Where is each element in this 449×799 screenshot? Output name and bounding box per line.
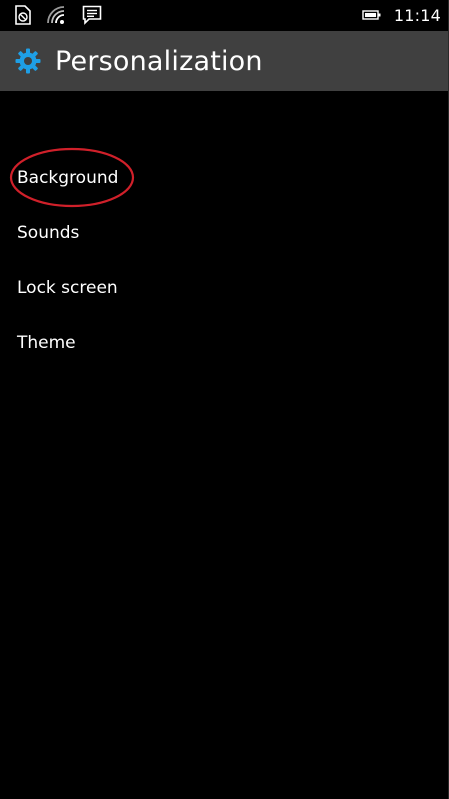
battery-icon [362,10,381,20]
menu-item-theme[interactable]: Theme [0,315,448,370]
menu-item-label: Lock screen [17,277,118,298]
page-header: Personalization [0,31,448,91]
menu-item-lock-screen[interactable]: Lock screen [0,260,448,315]
status-bar: 11:14 [0,0,448,31]
menu-item-label: Sounds [17,222,80,243]
no-sim-icon [15,5,31,25]
status-icons-left [14,4,102,26]
status-time: 11:14 [393,5,441,25]
page-title: Personalization [55,45,263,77]
status-icons-right: 11:14 [362,4,441,26]
menu-item-background[interactable]: Background [0,147,448,208]
message-icon [82,5,102,25]
wifi-icon [47,6,65,24]
phone-screen: 11:14 Personalization Background Sounds [0,0,449,799]
personalization-menu: Background Sounds Lock screen Theme [0,147,448,370]
menu-item-label: Background [17,167,119,188]
menu-item-sounds[interactable]: Sounds [0,205,448,260]
gear-icon [15,48,41,74]
menu-item-label: Theme [17,332,76,353]
